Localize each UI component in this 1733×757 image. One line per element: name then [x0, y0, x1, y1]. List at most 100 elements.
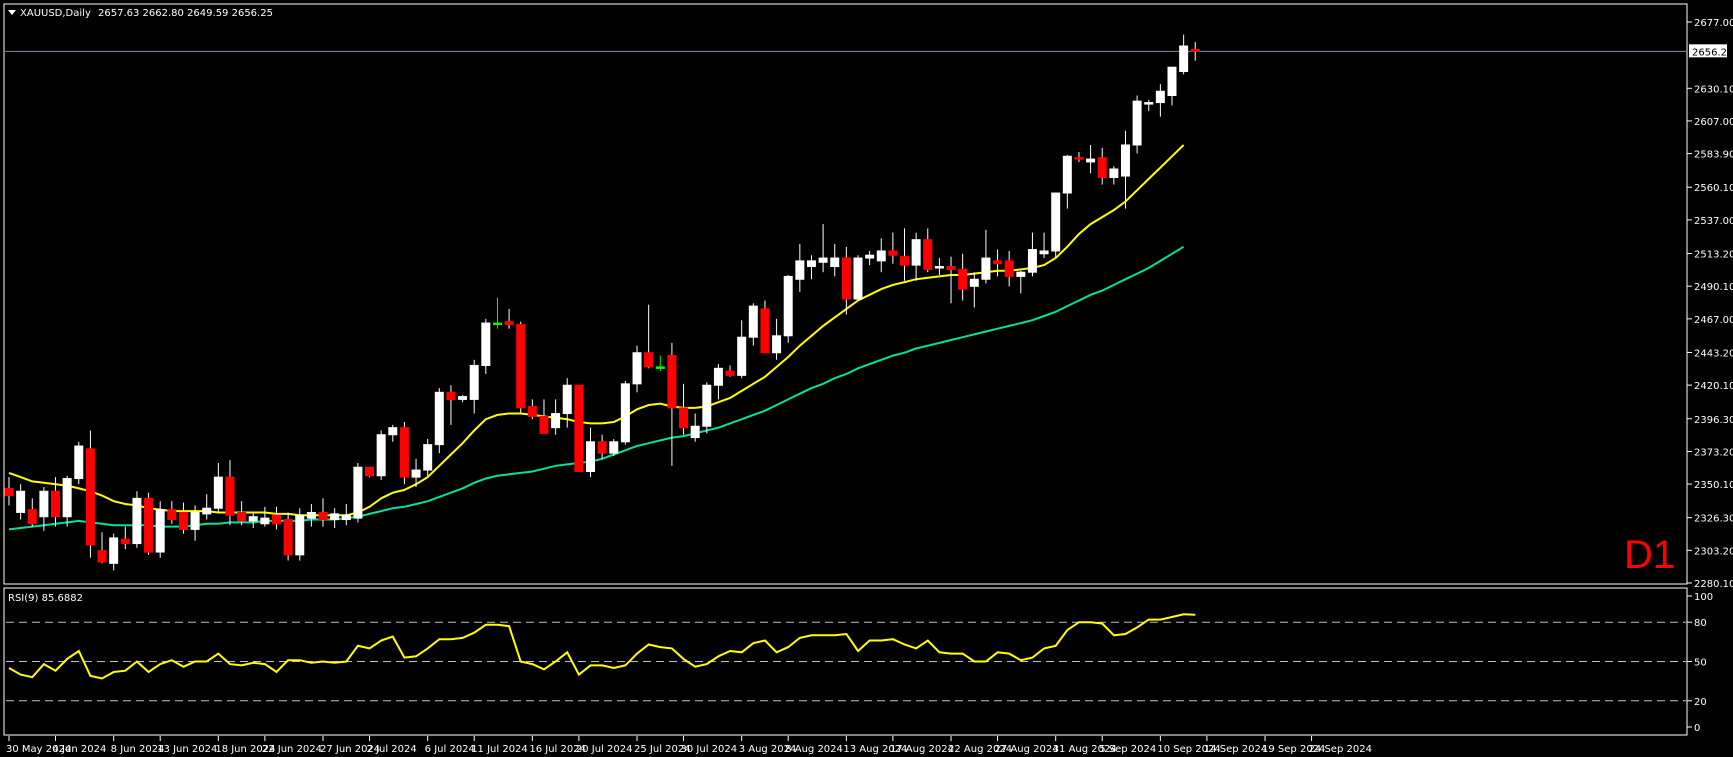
candle-body: [51, 490, 61, 518]
symbol-label: XAUUSD,Daily: [20, 8, 91, 19]
candle-body: [1179, 45, 1189, 72]
candle-body: [679, 407, 689, 429]
candle-body: [213, 476, 223, 509]
candle-body: [946, 266, 956, 270]
time-tick-label: 5 Sep 2024: [1099, 744, 1156, 755]
price-tick-label: 2537.00: [1694, 216, 1733, 227]
candle[interactable]: [620, 381, 630, 445]
candle[interactable]: [365, 466, 375, 478]
candle-body: [993, 260, 1003, 265]
candle-body: [1074, 157, 1084, 160]
candle-body: [1039, 250, 1049, 255]
candle-body: [248, 516, 258, 522]
candle-body: [1062, 155, 1072, 194]
candle-body: [341, 514, 351, 521]
candle-body: [1016, 271, 1026, 277]
candle[interactable]: [283, 512, 293, 561]
candle[interactable]: [376, 430, 386, 480]
candle-body: [655, 366, 665, 369]
price-tag: 2656.25: [1692, 47, 1733, 58]
candle[interactable]: [516, 321, 526, 414]
time-tick-label: 11 Jul 2024: [471, 744, 528, 755]
time-tick-label: 14 Sep 2024: [1204, 744, 1267, 755]
candle[interactable]: [132, 491, 142, 548]
candle[interactable]: [353, 462, 363, 523]
price-tick-label: 2467.00: [1694, 315, 1733, 326]
candle-body: [969, 278, 979, 287]
candle-body: [527, 405, 537, 417]
candle-body: [458, 396, 468, 400]
chart-canvas: 2677.00 2630.10 2607.00 2583.90 2560.10 2537.…: [0, 0, 1733, 757]
candle-body: [981, 257, 991, 280]
candle-body: [574, 384, 584, 472]
candle-body: [376, 434, 386, 477]
candle-body: [609, 441, 619, 454]
candle[interactable]: [853, 255, 863, 301]
candle-body: [923, 239, 933, 270]
candle-body: [260, 517, 270, 525]
candle[interactable]: [609, 438, 619, 456]
price-tick-label: 2513.20: [1694, 250, 1733, 261]
candle-body: [283, 519, 293, 556]
price-tick-label: 2677.00: [1694, 18, 1733, 29]
candle-body: [1190, 48, 1200, 52]
candle-body: [167, 509, 177, 521]
time-tick-label: 17 Aug 2024: [890, 744, 954, 755]
candle[interactable]: [574, 384, 584, 472]
price-tick-label: 2280.10: [1694, 579, 1733, 590]
candle[interactable]: [295, 508, 305, 561]
candle-body: [27, 509, 37, 525]
candle[interactable]: [481, 318, 491, 374]
candle-body: [492, 322, 502, 326]
candle[interactable]: [434, 388, 444, 454]
candle-body: [202, 507, 212, 515]
candle-body: [1144, 102, 1154, 105]
ohlc-label: 2657.63 2662.80 2649.59 2656.25: [98, 8, 273, 19]
candle-body: [469, 364, 479, 400]
time-tick-label: 6 Jul 2024: [425, 744, 475, 755]
candle-body: [818, 257, 828, 263]
candle-body: [1167, 66, 1177, 96]
candle[interactable]: [85, 430, 95, 558]
candle-body: [144, 497, 154, 553]
candle-body: [783, 275, 793, 337]
price-tick-label: 2630.10: [1694, 84, 1733, 95]
candle-body: [667, 355, 677, 409]
candle-body: [74, 445, 84, 480]
rsi-tick-label: 100: [1694, 592, 1713, 603]
candle[interactable]: [423, 438, 433, 476]
rsi-label: RSI(9) 85.6882: [8, 593, 83, 604]
candle[interactable]: [1132, 95, 1142, 154]
candle-body: [434, 391, 444, 446]
candle-body: [713, 367, 723, 386]
time-tick-label: 8 Aug 2024: [785, 744, 843, 755]
candle-body: [539, 415, 549, 434]
candle-body: [423, 444, 433, 471]
candle-body: [620, 383, 630, 443]
candle-body: [1004, 260, 1014, 277]
candle[interactable]: [144, 492, 154, 555]
rsi-tick-label: 50: [1694, 658, 1707, 669]
candle-body: [900, 256, 910, 266]
candle-body: [702, 384, 712, 427]
candle[interactable]: [74, 441, 84, 485]
time-tick-label: 24 Sep 2024: [1309, 744, 1372, 755]
candle-body: [97, 550, 107, 563]
candle-body: [1120, 144, 1130, 177]
candle-body: [1097, 157, 1107, 178]
candle[interactable]: [783, 275, 793, 343]
candle-body: [446, 391, 456, 400]
candle-body: [85, 448, 95, 546]
candle[interactable]: [702, 382, 712, 434]
price-tick-label: 2443.20: [1694, 348, 1733, 359]
candle-body: [399, 427, 409, 478]
candle-body: [411, 469, 421, 478]
candle[interactable]: [1051, 192, 1061, 259]
time-tick-label: 20 Jul 2024: [576, 744, 633, 755]
candle-body: [865, 254, 875, 259]
price-tick-label: 2373.20: [1694, 447, 1733, 458]
candle[interactable]: [155, 501, 165, 558]
candle[interactable]: [399, 422, 409, 485]
candle-body: [388, 427, 398, 436]
candle-body: [737, 336, 747, 376]
